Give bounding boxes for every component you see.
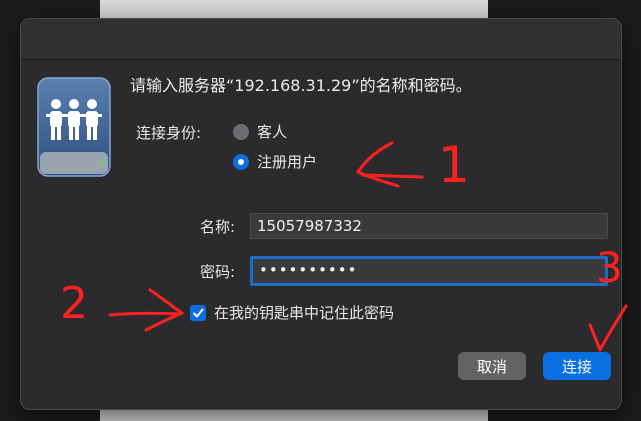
remember-password-option[interactable]: 在我的钥匙串中记住此密码 bbox=[190, 302, 394, 323]
registered-user-radio-label: 注册用户 bbox=[257, 153, 318, 171]
remember-password-label: 在我的钥匙串中记住此密码 bbox=[214, 304, 395, 322]
guest-radio-label: 客人 bbox=[257, 123, 288, 141]
checkmark-icon bbox=[193, 308, 204, 317]
connect-as-label: 连接身份: bbox=[136, 124, 202, 142]
registered-user-radio-button[interactable] bbox=[233, 153, 249, 170]
password-label: 密码: bbox=[199, 263, 235, 281]
name-input[interactable] bbox=[250, 213, 608, 239]
name-label: 名称: bbox=[199, 218, 235, 236]
server-prompt-text: 请输入服务器“192.168.31.29”的名称和密码。 bbox=[130, 76, 472, 95]
dialog-titlebar bbox=[21, 19, 621, 60]
cancel-button[interactable]: 取消 bbox=[458, 352, 526, 380]
remember-password-checkbox[interactable] bbox=[190, 304, 206, 321]
password-input[interactable]: •••••••••• bbox=[250, 256, 608, 286]
connect-button[interactable]: 连接 bbox=[543, 352, 611, 380]
registered-user-radio-option[interactable]: 注册用户 bbox=[233, 151, 317, 172]
guest-radio-option[interactable]: 客人 bbox=[233, 121, 287, 142]
guest-radio-button[interactable] bbox=[233, 123, 249, 140]
shared-server-icon bbox=[37, 77, 111, 177]
background-window-top bbox=[100, 0, 488, 18]
